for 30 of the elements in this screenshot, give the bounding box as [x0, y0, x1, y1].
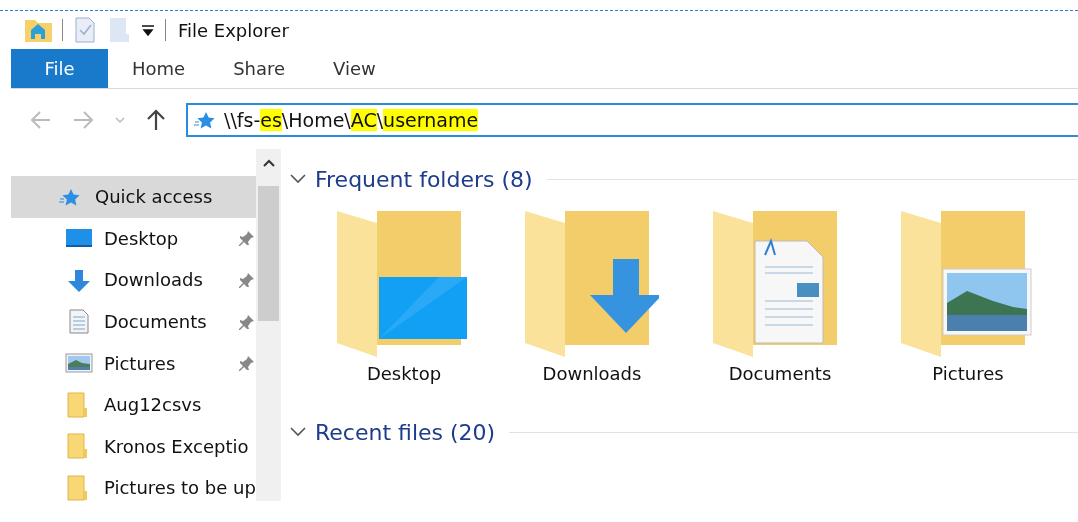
monitor-icon — [65, 227, 93, 250]
ribbon-tab[interactable]: Home — [108, 49, 210, 88]
ribbon-tab[interactable]: Share — [209, 49, 310, 88]
picture-icon — [65, 351, 93, 376]
ribbon-tab[interactable]: File — [11, 49, 108, 88]
ribbon-tab[interactable]: View — [309, 49, 400, 88]
sidebar-item[interactable]: Pictures — [11, 342, 256, 384]
folder-label[interactable]: Documents — [728, 363, 832, 384]
sidebar-item[interactable]: Downloads — [11, 259, 256, 301]
folder-label[interactable]: Desktop — [366, 363, 442, 384]
folder-label[interactable]: Downloads — [542, 363, 642, 384]
sidebar-item[interactable]: Desktop — [11, 217, 256, 260]
window-title: File Explorer — [178, 19, 289, 41]
chevron-down-icon[interactable] — [114, 115, 126, 125]
sidebar-item[interactable]: Kronos Exceptio — [11, 425, 256, 468]
section-header[interactable]: Recent files (20) — [315, 419, 496, 445]
sidebar-item[interactable]: Documents — [11, 300, 256, 343]
text-highlight: username — [383, 109, 479, 131]
checked-document-icon — [73, 16, 97, 44]
sidebar-item[interactable]: Aug12csvs — [11, 383, 256, 426]
scrollbar[interactable] — [255, 149, 281, 501]
section-header[interactable]: Frequent folders (8) — [315, 166, 533, 192]
star-icon — [194, 110, 216, 130]
text-highlight: es — [260, 109, 282, 131]
sidebar-item[interactable]: Quick access — [11, 176, 256, 218]
folder-label[interactable]: Pictures — [932, 363, 1004, 384]
sidebar-item[interactable]: Pictures to be up — [11, 467, 256, 509]
dropdown-icon — [141, 23, 155, 37]
up-arrow-icon[interactable] — [146, 108, 166, 132]
blank-document-icon — [107, 16, 131, 44]
